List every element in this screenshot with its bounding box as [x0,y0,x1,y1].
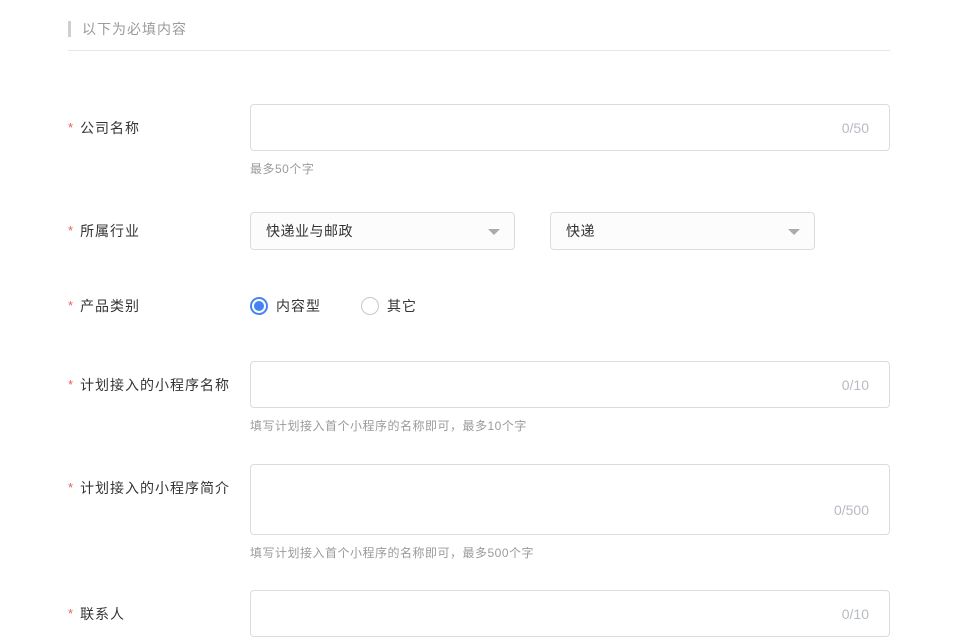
company-name-hint: 最多50个字 [250,160,890,177]
section-accent-bar [68,21,71,37]
company-name-input[interactable] [251,105,889,150]
miniprogram-intro-textarea-box: 0/500 [250,464,890,535]
field-row-industry: * 所属行业 快递业与邮政 快递 [68,212,890,250]
radio-unselected-icon[interactable] [361,297,379,315]
miniprogram-name-input-box: 0/10 [250,361,890,408]
industry-label: 所属行业 [80,223,140,239]
field-label: * 联系人 [68,590,250,624]
field-label: * 计划接入的小程序简介 [68,464,250,498]
required-asterisk: * [68,223,74,238]
contact-person-input-box: 0/10 [250,590,890,637]
required-info-form: 以下为必填内容 * 公司名称 0/50 最多50个字 * 所属行业 快递业与邮政 [0,20,960,637]
chevron-down-icon [488,229,500,235]
miniprogram-name-hint: 填写计划接入首个小程序的名称即可，最多10个字 [250,417,890,434]
required-asterisk: * [68,120,74,135]
section-title: 以下为必填内容 [82,19,187,39]
field-label: * 计划接入的小程序名称 [68,361,250,395]
field-row-contact-person: * 联系人 0/10 [68,590,890,637]
field-row-miniprogram-name: * 计划接入的小程序名称 0/10 填写计划接入首个小程序的名称即可，最多10个字 [68,361,890,434]
field-row-company-name: * 公司名称 0/50 最多50个字 [68,104,890,177]
radio-option-label: 其它 [387,296,417,316]
radio-option-content-type[interactable]: 内容型 [250,296,321,316]
industry-primary-value: 快递业与邮政 [266,221,353,241]
miniprogram-intro-label: 计划接入的小程序简介 [80,480,230,496]
product-category-label: 产品类别 [80,298,140,314]
contact-person-label: 联系人 [80,606,125,622]
field-row-product-category: * 产品类别 内容型 其它 [68,296,890,316]
industry-secondary-select[interactable]: 快递 [550,212,815,250]
product-category-radio-group: 内容型 其它 [250,296,890,316]
field-label: * 所属行业 [68,212,250,241]
miniprogram-intro-hint: 填写计划接入首个小程序的名称即可，最多500个字 [250,544,890,561]
radio-option-other[interactable]: 其它 [361,296,417,316]
miniprogram-name-label: 计划接入的小程序名称 [80,377,230,393]
industry-primary-select[interactable]: 快递业与邮政 [250,212,515,250]
field-row-miniprogram-intro: * 计划接入的小程序简介 0/500 填写计划接入首个小程序的名称即可，最多500… [68,464,890,561]
radio-selected-icon[interactable] [250,297,268,315]
chevron-down-icon [788,229,800,235]
industry-secondary-value: 快递 [566,221,595,241]
required-asterisk: * [68,606,74,621]
miniprogram-intro-textarea[interactable] [251,465,889,534]
company-name-label: 公司名称 [80,120,140,136]
required-asterisk: * [68,480,74,495]
field-label: * 公司名称 [68,104,250,138]
section-header: 以下为必填内容 [68,20,890,38]
field-label: * 产品类别 [68,296,250,316]
radio-option-label: 内容型 [276,296,321,316]
required-asterisk: * [68,298,74,313]
contact-person-input[interactable] [251,591,889,636]
required-asterisk: * [68,377,74,392]
company-name-input-box: 0/50 [250,104,890,151]
miniprogram-name-input[interactable] [251,362,889,407]
header-divider [68,50,890,51]
industry-select-group: 快递业与邮政 快递 [250,212,890,250]
